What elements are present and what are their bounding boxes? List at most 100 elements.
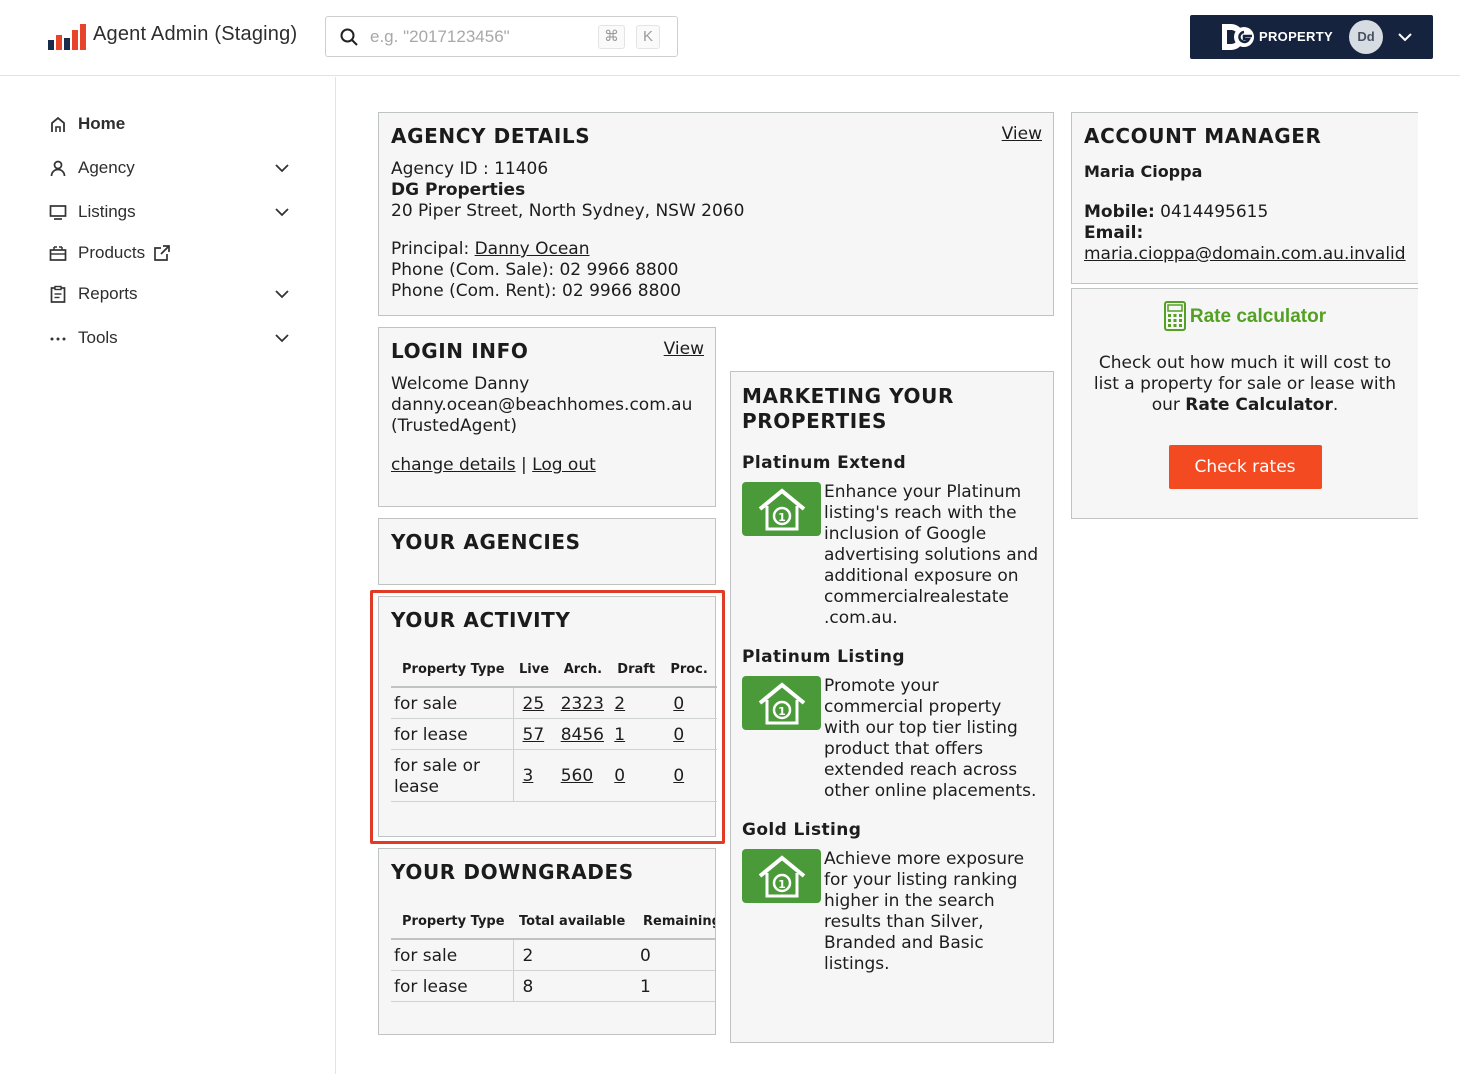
sidebar-item-agency[interactable]: Agency <box>48 154 298 182</box>
product-item: 1 Achieve more exposure for your listing… <box>742 849 1042 975</box>
brand-name: PROPERTY <box>1259 29 1333 44</box>
avatar[interactable]: Dd <box>1349 20 1383 54</box>
basket-icon <box>48 243 68 263</box>
top-bar: Agent Admin (Staging) e.g. "2017123456" … <box>0 0 1460 76</box>
manager-name: Maria Cioppa <box>1084 162 1203 181</box>
sidebar-item-label: Products <box>78 243 146 262</box>
search-icon <box>340 28 358 46</box>
remaining-cell: 1 <box>637 970 715 1002</box>
dg-logo-icon <box>1222 24 1254 50</box>
activity-highlight-box <box>370 590 725 844</box>
product-description: Enhance your Platinum listing's reach wi… <box>824 482 1039 628</box>
calculator-icon <box>1163 301 1186 331</box>
agency-view-link[interactable]: View <box>1002 124 1042 145</box>
shortcut-cmd-key: ⌘ <box>598 25 625 49</box>
panel-title: YOUR DOWNGRADES <box>391 860 634 884</box>
column-header: Property Type <box>391 903 513 940</box>
sidebar-item-label: Home <box>78 114 126 133</box>
panel-title: AGENCY DETAILS <box>391 124 591 148</box>
chevron-down-icon[interactable] <box>274 206 290 218</box>
account-manager-panel: ACCOUNT MANAGER Maria Cioppa Mobile: 041… <box>1071 112 1418 284</box>
user-icon <box>48 158 68 178</box>
check-rates-button[interactable]: Check rates <box>1168 445 1322 489</box>
sidebar-item-label: Tools <box>78 328 118 347</box>
rate-calculator-panel: Rate calculator Check out how much it wi… <box>1071 288 1418 519</box>
chevron-down-icon[interactable] <box>274 332 290 344</box>
product-description: Achieve more exposure for your listing r… <box>824 849 1025 974</box>
login-view-link[interactable]: View <box>664 339 704 360</box>
agency-details-panel: AGENCY DETAILS View Agency ID : 11406 DG… <box>378 112 1054 316</box>
sidebar-item-label: Agency <box>78 158 135 177</box>
sidebar-item-tools[interactable]: Tools <box>48 324 298 352</box>
home-icon <box>48 114 68 134</box>
rate-text-end: . <box>1332 395 1339 415</box>
mobile-value: 0414495615 <box>1160 202 1269 222</box>
column-header: Total available <box>513 903 637 940</box>
agency-name: DG Properties <box>391 180 526 200</box>
chevron-down-icon[interactable] <box>274 288 290 300</box>
svg-text:1: 1 <box>778 705 786 718</box>
your-downgrades-panel: YOUR DOWNGRADES Property Type Total avai… <box>378 848 716 1035</box>
total-available-cell: 8 <box>513 970 637 1002</box>
house-badge-icon: 1 <box>742 676 821 730</box>
sidebar-item-label: Listings <box>78 202 136 221</box>
sidebar-item-listings[interactable]: Listings <box>48 198 298 226</box>
login-role: (TrustedAgent) <box>391 416 518 436</box>
app-title: Agent Admin (Staging) <box>93 23 298 45</box>
sidebar-item-products[interactable]: Products <box>48 239 298 267</box>
shortcut-k-key: K <box>636 25 660 49</box>
login-email: danny.ocean@beachhomes.com.au <box>391 395 693 415</box>
principal-label: Principal: <box>391 239 470 259</box>
principal-line: Principal: Danny Ocean <box>391 239 1041 260</box>
external-link-icon <box>154 245 170 261</box>
welcome-text: Welcome Danny <box>391 374 530 394</box>
chevron-down-icon[interactable] <box>274 162 290 174</box>
clipboard-icon <box>48 284 68 304</box>
separator: | <box>521 455 527 475</box>
more-icon <box>48 328 68 348</box>
manager-email-link[interactable]: maria.cioppa@domain.com.au.invalid <box>1084 244 1406 265</box>
remaining-cell: 0 <box>637 939 715 971</box>
product-item: 1 Enhance your Platinum listing's reach … <box>742 482 1042 629</box>
login-info-panel: LOGIN INFO View Welcome Danny danny.ocea… <box>378 327 716 507</box>
panel-title: MARKETING YOUR PROPERTIES <box>742 384 954 433</box>
total-available-cell: 2 <box>513 939 637 971</box>
column-header: Remaining <box>637 903 715 940</box>
rate-calculator-heading: Rate calculator <box>1086 301 1404 331</box>
product-title: Platinum Extend <box>742 453 907 473</box>
panel-title: LOGIN INFO <box>391 339 529 363</box>
phone-sale: Phone (Com. Sale): 02 9966 8800 <box>391 260 679 280</box>
panel-title: YOUR AGENCIES <box>391 530 581 554</box>
login-actions: change details | Log out <box>391 455 703 476</box>
agency-id: Agency ID : 11406 <box>391 159 549 179</box>
rate-text-bold: Rate Calculator <box>1185 395 1333 415</box>
mobile-label: Mobile: <box>1084 202 1155 222</box>
your-agencies-panel: YOUR AGENCIES <box>378 518 716 585</box>
chevron-down-icon[interactable] <box>1397 30 1413 44</box>
property-type-cell: for sale <box>391 939 514 971</box>
table-row: for lease 8 1 <box>391 970 715 1002</box>
sidebar-item-reports[interactable]: Reports <box>48 280 298 308</box>
house-badge-icon: 1 <box>742 482 821 536</box>
product-title: Gold Listing <box>742 820 862 840</box>
sidebar-item-home[interactable]: Home <box>48 110 298 138</box>
marketing-panel: MARKETING YOUR PROPERTIES Platinum Exten… <box>730 371 1054 1043</box>
search-input[interactable]: e.g. "2017123456" <box>370 27 510 47</box>
principal-link[interactable]: Danny Ocean <box>475 239 590 259</box>
product-item: 1 Promote your commercial property with … <box>742 676 1042 802</box>
product-description: Promote your commercial property with ou… <box>824 676 1037 801</box>
property-type-cell: for lease <box>391 970 514 1002</box>
manager-mobile: Mobile: 0414495615 <box>1084 202 1406 223</box>
change-details-link[interactable]: change details <box>391 455 516 475</box>
agency-address: 20 Piper Street, North Sydney, NSW 2060 <box>391 201 745 221</box>
logout-link[interactable]: Log out <box>532 455 596 475</box>
sidebar-item-label: Reports <box>78 284 138 303</box>
panel-title: ACCOUNT MANAGER <box>1084 124 1322 148</box>
table-header-row: Property Type Total available Remaining <box>391 903 715 940</box>
search-box[interactable]: e.g. "2017123456" ⌘ K <box>325 16 678 57</box>
rate-calculator-title: Rate calculator <box>1189 305 1327 327</box>
account-menu[interactable]: PROPERTY Dd <box>1190 15 1433 59</box>
rate-calculator-text: Check out how much it will cost to list … <box>1086 353 1404 416</box>
app-logo-icon[interactable] <box>48 24 86 50</box>
product-title: Platinum Listing <box>742 647 905 667</box>
